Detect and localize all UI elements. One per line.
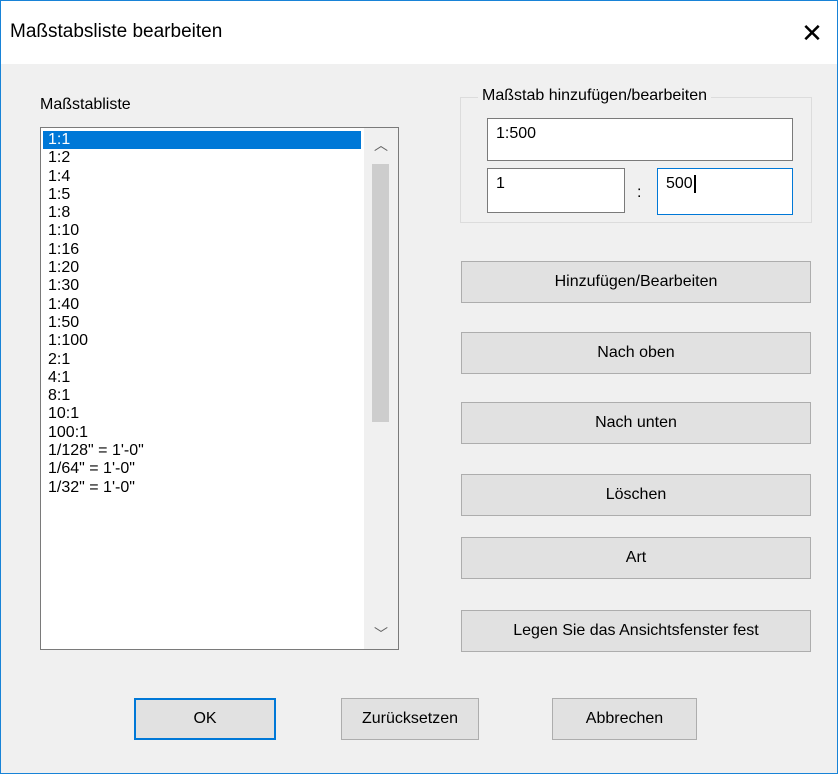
add-edit-scale-label: Maßstab hinzufügen/bearbeiten [478,87,712,105]
scale-list-item[interactable]: 10:1 [43,405,361,423]
ok-button[interactable]: OK [134,698,276,740]
cancel-button[interactable]: Abbrechen [552,698,697,740]
scale-list-item[interactable]: 1:16 [43,241,361,259]
scale-right-field[interactable]: 500 [657,168,793,215]
set-viewport-button[interactable]: Legen Sie das Ansichtsfenster fest [461,610,811,652]
scale-list-items: 1:1 1:2 1:4 1:5 1:8 1:10 1:16 1:20 1:30 1:40 1:50 1… [43,131,361,497]
scale-list-item[interactable]: 1:30 [43,277,361,295]
scale-list-item[interactable]: 1/32" = 1'-0" [43,479,361,497]
scale-list-item[interactable]: 1:10 [43,222,361,240]
scale-separator: : [637,184,642,201]
scale-right-text: 500 [666,175,693,193]
move-up-button[interactable]: Nach oben [461,332,811,374]
scroll-up-icon[interactable]: ︿ [364,130,398,160]
reset-button[interactable]: Zurücksetzen [341,698,479,740]
scale-list-item[interactable]: 1:50 [43,314,361,332]
title-bar: Maßstabsliste bearbeiten ✕ [1,1,837,64]
scale-left-field[interactable]: 1 [487,168,625,213]
close-icon[interactable]: ✕ [787,9,837,57]
scale-list-item[interactable]: 1:1 [43,131,361,150]
scale-list-item[interactable]: 1/64" = 1'-0" [43,460,361,478]
scale-list-item[interactable]: 4:1 [43,369,361,387]
scale-list-item[interactable]: 1:100 [43,332,361,350]
scale-value-field[interactable]: 1:500 [487,118,793,161]
scale-list-item[interactable]: 100:1 [43,424,361,442]
scale-listbox[interactable]: 1:1 1:2 1:4 1:5 1:8 1:10 1:16 1:20 1:30 1:40 1:50 1… [40,127,399,650]
scale-left-text: 1 [496,175,505,192]
add-edit-button[interactable]: Hinzufügen/Bearbeiten [461,261,811,303]
vertical-scrollbar[interactable]: ︿ ﹀ [364,128,398,649]
scale-list-item[interactable]: 1:5 [43,186,361,204]
scale-list-dialog: Maßstabsliste bearbeiten ✕ Maßstabliste … [0,0,838,774]
scale-value-text: 1:500 [496,125,537,142]
scale-list-item[interactable]: 1:20 [43,259,361,277]
delete-button[interactable]: Löschen [461,474,811,516]
text-caret [693,175,696,193]
scale-list-item[interactable]: 1/128" = 1'-0" [43,442,361,460]
scale-list-item[interactable]: 8:1 [43,387,361,405]
type-button[interactable]: Art [461,537,811,579]
scale-list-item[interactable]: 1:4 [43,168,361,186]
scale-list-item[interactable]: 1:8 [43,204,361,222]
move-down-button[interactable]: Nach unten [461,402,811,444]
scale-list-label: Maßstabliste [40,96,131,113]
window-title: Maßstabsliste bearbeiten [10,21,223,42]
scale-list-item[interactable]: 1:2 [43,149,361,167]
scrollbar-thumb[interactable] [372,164,389,422]
scroll-down-icon[interactable]: ﹀ [364,619,398,649]
scale-list-item[interactable]: 2:1 [43,351,361,369]
scale-list-item[interactable]: 1:40 [43,296,361,314]
